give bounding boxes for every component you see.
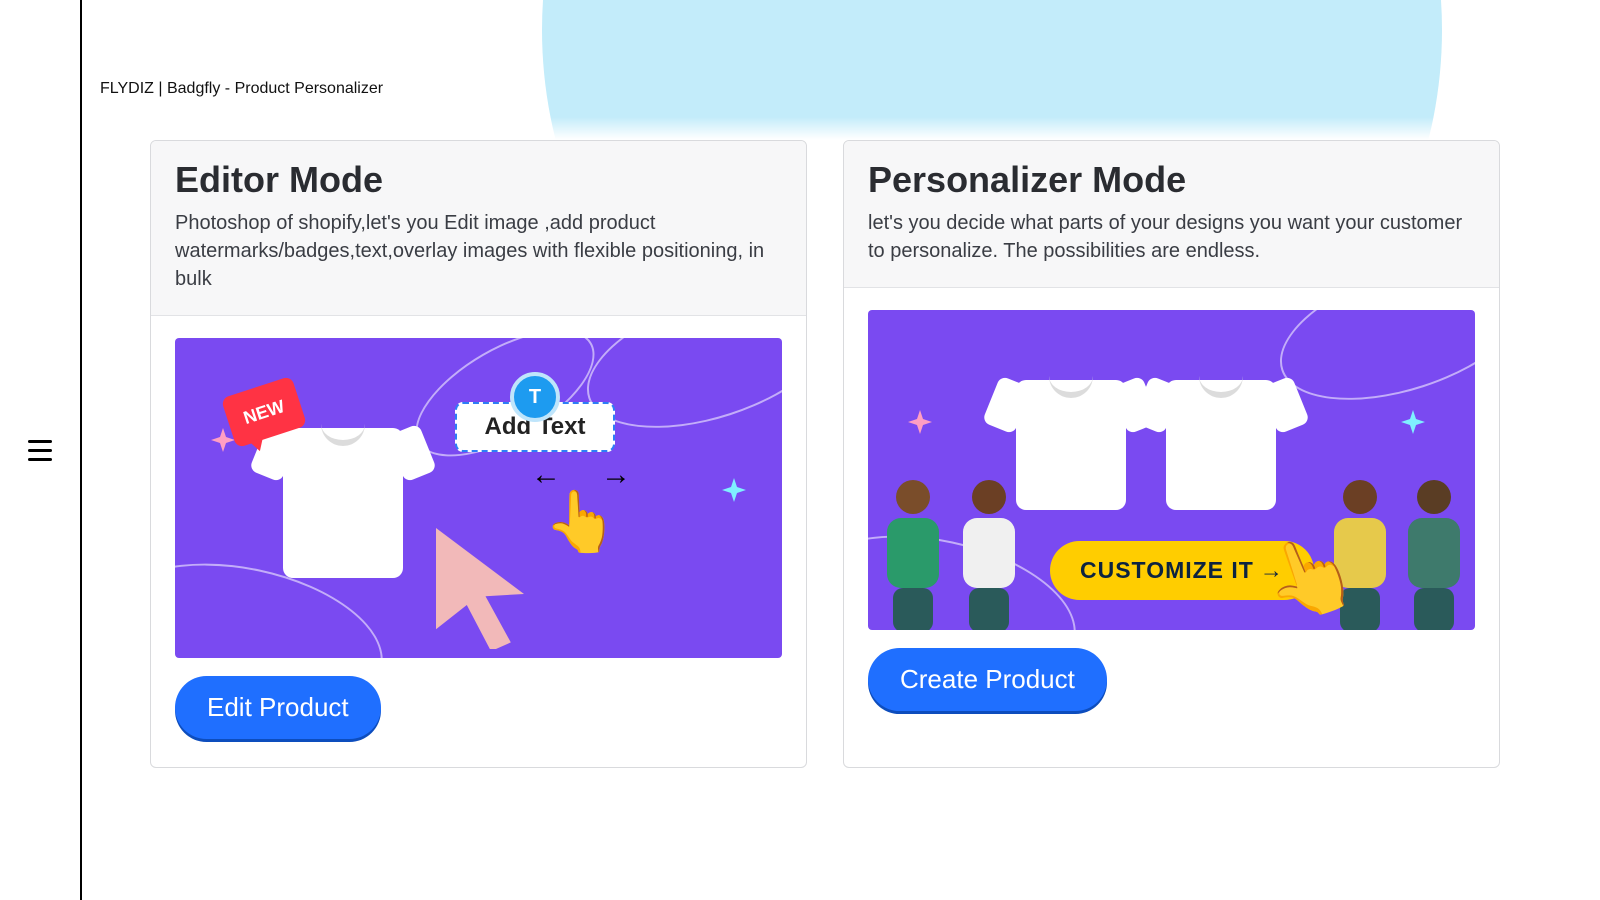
add-text-box: T Add Text [455,402,615,452]
page-title: FLYDIZ | Badgfly - Product Personalizer [100,80,383,98]
person-icon [954,480,1024,630]
editor-card-title: Editor Mode [175,159,782,201]
editor-card-header: Editor Mode Photoshop of shopify,let's y… [151,141,806,316]
editor-card-description: Photoshop of shopify,let's you Edit imag… [175,209,782,293]
personalizer-card-body: CUSTOMIZE IT → 👆 Create Product [844,288,1499,739]
edit-product-button[interactable]: Edit Product [175,676,381,739]
tshirt-icon [1016,380,1126,510]
editor-illustration: NEW T Add Text ←→ 👆 [175,338,782,658]
drag-indicator: ←→ 👆 [531,458,631,552]
sparkle-icon [1401,410,1425,434]
pointing-hand-icon: 👆 [544,492,619,552]
create-product-button[interactable]: Create Product [868,648,1107,711]
mode-cards: Editor Mode Photoshop of shopify,let's y… [150,140,1500,768]
editor-card-body: NEW T Add Text ←→ 👆 Edit [151,316,806,767]
person-icon [878,480,948,630]
personalizer-illustration: CUSTOMIZE IT → 👆 [868,310,1475,630]
tshirt-icon [283,428,403,578]
personalizer-card-title: Personalizer Mode [868,159,1475,201]
personalizer-card-header: Personalizer Mode let's you decide what … [844,141,1499,288]
sidebar-rail [0,0,82,900]
personalizer-mode-card: Personalizer Mode let's you decide what … [843,140,1500,768]
person-icon [1399,480,1469,630]
menu-icon[interactable] [28,440,52,461]
customize-it-label: CUSTOMIZE IT [1080,557,1254,584]
text-tool-icon: T [510,372,560,422]
sparkle-icon [908,410,932,434]
cursor-icon [425,528,535,648]
personalizer-card-description: let's you decide what parts of your desi… [868,209,1475,265]
editor-mode-card: Editor Mode Photoshop of shopify,let's y… [150,140,807,768]
tshirt-icon [1166,380,1276,510]
resize-arrows-icon: ←→ [531,458,631,492]
main-area: FLYDIZ | Badgfly - Product Personalizer … [82,0,1600,900]
sparkle-icon [722,478,746,502]
